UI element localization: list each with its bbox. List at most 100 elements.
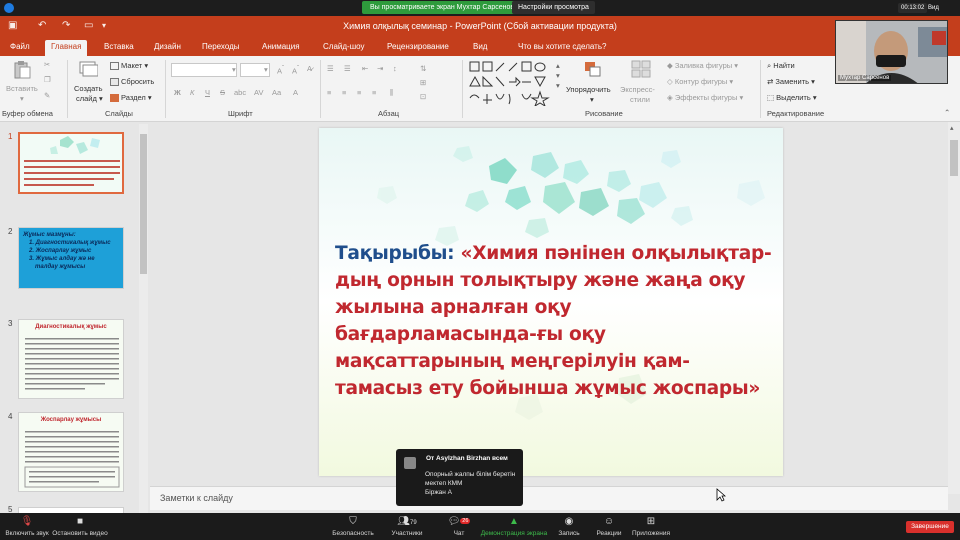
view-options-button[interactable]: Настройки просмотра [512, 1, 595, 14]
paste-dropdown-icon[interactable]: ▾ [20, 94, 24, 104]
chat-sender-avatar [404, 457, 416, 469]
tab-animation[interactable]: Анимация [256, 40, 306, 56]
align-left-icon[interactable]: ≡ [327, 88, 331, 98]
tab-insert[interactable]: Вставка [98, 40, 140, 56]
tab-design[interactable]: Дизайн [148, 40, 187, 56]
tab-home[interactable]: Главная [45, 40, 88, 56]
divider [320, 60, 321, 118]
divider [67, 60, 68, 118]
select-button[interactable]: ⬚ Выделить ▾ [767, 93, 817, 103]
quick-styles-button-line2[interactable]: стили [630, 95, 650, 105]
paste-icon[interactable] [12, 61, 32, 79]
scrollbar-thumb[interactable] [950, 140, 958, 176]
shadow-icon[interactable]: abc [234, 88, 246, 98]
font-name-dropdown-icon[interactable]: ▾ [232, 65, 236, 75]
shapes-gallery-scroll[interactable]: ▴ ▾ ▾ [556, 61, 560, 91]
format-painter-icon[interactable]: ✎ [44, 91, 50, 101]
reset-button[interactable]: Сбросить [110, 77, 154, 87]
columns-icon[interactable]: ⫼ [390, 88, 393, 98]
security-button[interactable]: ⛉ Безопасность [322, 514, 384, 538]
thumbnail-scrollbar[interactable] [139, 124, 148, 516]
slide-thumbnail-4[interactable]: Жоспарлау жұмысы [18, 412, 124, 492]
tab-review[interactable]: Рецензирование [381, 40, 455, 56]
replace-button[interactable]: ⇄ Заменить ▾ [767, 77, 815, 87]
underline-button[interactable]: Ч [205, 88, 210, 98]
font-size-dropdown-icon[interactable]: ▾ [264, 65, 268, 75]
arrange-dropdown-icon[interactable]: ▾ [590, 95, 594, 105]
strikethrough-button[interactable]: S [220, 88, 225, 98]
line-spacing-icon[interactable]: ↕ [393, 64, 397, 74]
select-icon: ⬚ [767, 93, 777, 102]
layout-button[interactable]: Макет ▾ [110, 61, 148, 71]
char-spacing-icon[interactable]: AV [254, 88, 263, 98]
slide-number: 4 [8, 412, 13, 421]
decrease-indent-icon[interactable]: ⇤ [362, 64, 368, 74]
justify-icon[interactable]: ≡ [372, 88, 376, 98]
slide-thumbnail-1[interactable] [18, 132, 124, 194]
scrollbar-thumb[interactable] [140, 134, 147, 274]
tab-slideshow[interactable]: Слайд-шоу [317, 40, 370, 56]
arrange-button[interactable]: Упорядочить [566, 85, 611, 95]
shapes-gallery[interactable] [468, 60, 558, 106]
mouse-cursor-icon [716, 488, 726, 502]
shape-effects-button[interactable]: ◈ Эффекты фигуры ▾ [667, 93, 743, 103]
numbering-icon[interactable]: ☰ [344, 64, 351, 74]
tab-view[interactable]: Вид [467, 40, 493, 56]
slide-title-text[interactable]: Тақырыбы: «Химия пәнінен олқылықтар-дың … [335, 240, 777, 402]
new-slide-button-line2[interactable]: слайд [76, 94, 97, 104]
tab-file[interactable]: Файл [4, 40, 36, 56]
bullets-icon[interactable]: ☰ [327, 64, 334, 74]
align-text-icon[interactable]: ⊞ [420, 78, 426, 88]
find-button[interactable]: ⌕ Найти [767, 61, 795, 71]
participant-video-tile[interactable]: Мухтар Сарсенов [835, 20, 948, 84]
new-slide-icon[interactable] [78, 60, 98, 78]
font-name-input[interactable] [171, 63, 237, 77]
decrease-font-icon[interactable]: Aˇ [292, 64, 299, 77]
new-slide-button[interactable]: Создать [74, 84, 103, 94]
chat-notification[interactable]: От Asylzhan Birzhan всем Опорный жалпы б… [396, 449, 523, 506]
clear-format-icon[interactable]: A̷ [307, 64, 312, 74]
arrange-icon[interactable] [583, 60, 603, 78]
increase-indent-icon[interactable]: ⇥ [377, 64, 383, 74]
ribbon-home: Вставить ▾ ✂ ❐ ✎ Буфер обмена Создать сл… [0, 56, 960, 122]
group-clipboard-label: Буфер обмена [2, 109, 53, 118]
cut-icon[interactable]: ✂ [44, 60, 50, 70]
font-color-icon[interactable]: A [293, 88, 298, 98]
bold-button[interactable]: Ж [174, 88, 181, 98]
change-case-icon[interactable]: Aa [272, 88, 281, 98]
ribbon-tabs: Файл Главная Вставка Дизайн Переходы Ани… [0, 37, 960, 88]
copy-icon[interactable]: ❐ [44, 75, 51, 85]
section-button[interactable]: Раздел ▾ [110, 93, 152, 103]
group-drawing-label: Рисование [585, 109, 623, 118]
text-direction-icon[interactable]: ⇅ [420, 64, 426, 74]
end-meeting-button[interactable]: Завершение [906, 521, 954, 533]
slide-thumbnail-3[interactable]: Диагностикалық жұмыс [18, 319, 124, 399]
view-button[interactable]: Вид [928, 3, 939, 13]
slide-scrollbar[interactable]: ▴ [948, 122, 960, 494]
group-font-label: Шрифт [228, 109, 253, 118]
collapse-ribbon-icon[interactable]: ⌃ [944, 108, 950, 118]
increase-font-icon[interactable]: Aˆ [277, 64, 284, 77]
chat-message-line: мектеп КММ [425, 480, 463, 487]
apps-button[interactable]: ⊞ Приложения [620, 514, 682, 538]
smartart-icon[interactable]: ⊡ [420, 92, 426, 102]
paste-button[interactable]: Вставить [6, 84, 38, 94]
notes-pane[interactable]: Заметки к слайду [150, 486, 948, 510]
shape-fill-button[interactable]: ◆ Заливка фигуры ▾ [667, 61, 738, 71]
scroll-up-icon[interactable]: ▴ [950, 124, 954, 132]
align-right-icon[interactable]: ≡ [357, 88, 361, 98]
quick-styles-icon[interactable] [631, 60, 651, 78]
video-button[interactable]: ■ Остановить видео [50, 514, 110, 538]
section-icon [110, 94, 119, 103]
tell-me-search[interactable]: Что вы хотите сделать? [512, 40, 612, 56]
tab-transitions[interactable]: Переходы [196, 40, 246, 56]
participant-name: Мухтар Сарсенов [838, 75, 892, 81]
align-center-icon[interactable]: ≡ [342, 88, 346, 98]
shape-outline-button[interactable]: ◇ Контур фигуры ▾ [667, 77, 733, 87]
new-slide-dropdown-icon[interactable]: ▾ [99, 94, 103, 104]
slide-thumbnail-2[interactable]: Жұмыс мазмұны: 1. Диагностикалық жұмыс 2… [18, 227, 124, 289]
italic-button[interactable]: К [190, 88, 194, 98]
quick-styles-button[interactable]: Экспресс- [620, 85, 655, 95]
divider [165, 60, 166, 118]
current-slide[interactable]: Тақырыбы: «Химия пәнінен олқылықтар-дың … [319, 128, 783, 476]
